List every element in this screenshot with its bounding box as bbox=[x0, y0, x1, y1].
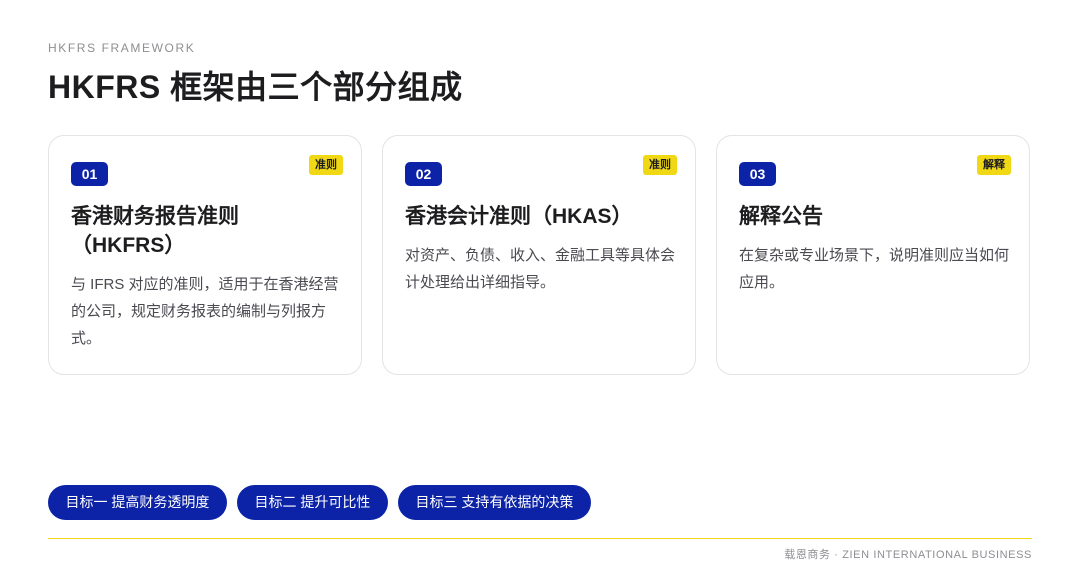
goal-pill-transparency[interactable]: 目标一 提高财务透明度 bbox=[48, 485, 227, 520]
card-description: 与 IFRS 对应的准则，适用于在香港经营的公司，规定财务报表的编制与列报方式。 bbox=[71, 276, 339, 347]
goal-pill-decisions[interactable]: 目标三 支持有依据的决策 bbox=[398, 485, 591, 520]
card-title: 解释公告 bbox=[739, 205, 823, 228]
page-title: HKFRS 框架由三个部分组成 bbox=[48, 69, 463, 105]
eyebrow-label: HKFRS FRAMEWORK bbox=[48, 41, 196, 55]
slide: HKFRS FRAMEWORK HKFRS 框架由三个部分组成 01 准则 香港… bbox=[0, 0, 1080, 568]
card-hkfrs: 01 准则 香港财务报告准则（HKFRS） 与 IFRS 对应的准则，适用于在香… bbox=[48, 135, 362, 375]
card-number-badge: 02 bbox=[405, 162, 442, 186]
goal-pill-comparability[interactable]: 目标二 提升可比性 bbox=[237, 485, 388, 520]
card-interpretations: 03 解释 解释公告 在复杂或专业场景下，说明准则应当如何应用。 bbox=[716, 135, 1030, 375]
card-number-badge: 03 bbox=[739, 162, 776, 186]
footer-divider bbox=[48, 538, 1032, 539]
card-title: 香港财务报告准则（HKFRS） bbox=[71, 205, 239, 257]
card-description: 在复杂或专业场景下，说明准则应当如何应用。 bbox=[739, 247, 1010, 291]
card-group: 01 准则 香港财务报告准则（HKFRS） 与 IFRS 对应的准则，适用于在香… bbox=[48, 135, 1032, 377]
footer-brand: 载恩商务 · ZIEN INTERNATIONAL BUSINESS bbox=[784, 549, 1032, 561]
card-category-tag: 准则 bbox=[309, 155, 343, 175]
card-category-tag: 解释 bbox=[977, 155, 1011, 175]
card-hkas: 02 准则 香港会计准则（HKAS） 对资产、负债、收入、金融工具等具体会计处理… bbox=[382, 135, 696, 375]
card-description: 对资产、负债、收入、金融工具等具体会计处理给出详细指导。 bbox=[405, 247, 676, 291]
card-title: 香港会计准则（HKAS） bbox=[405, 205, 633, 228]
card-number-badge: 01 bbox=[71, 162, 108, 186]
card-category-tag: 准则 bbox=[643, 155, 677, 175]
